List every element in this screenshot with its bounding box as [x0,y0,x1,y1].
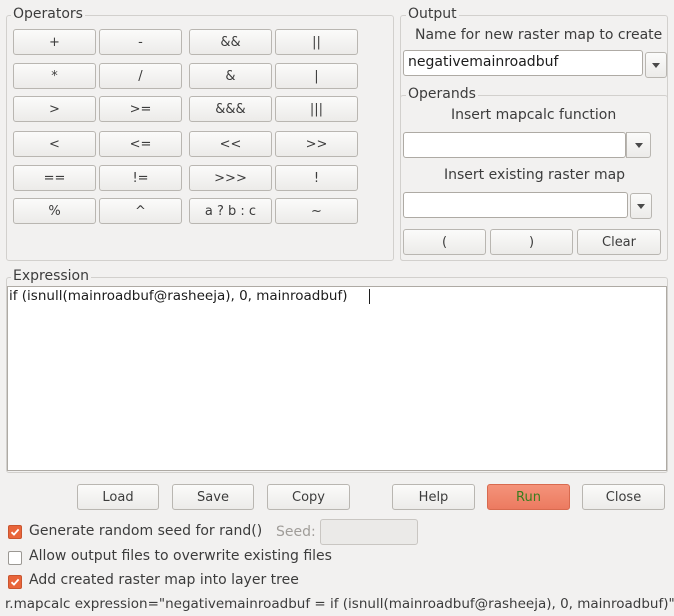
operator-logical-and-3-button[interactable]: &&& [189,96,272,122]
operators-title: Operators [11,6,85,22]
seed-input[interactable] [320,519,418,545]
output-title: Output [406,6,459,22]
chevron-down-icon [652,62,660,68]
function-select[interactable] [403,132,626,158]
operator-not-equals-button[interactable]: != [99,165,182,191]
command-preview: r.mapcalc expression="negativemainroadbu… [5,596,674,612]
operator-logical-or-button[interactable]: || [275,29,358,55]
add-layer-checkbox[interactable] [8,575,22,589]
operator-less-equal-button[interactable]: <= [99,131,182,157]
operator-bitwise-not-button[interactable]: ~ [275,198,358,224]
operator-bitwise-or-button[interactable]: | [275,63,358,89]
operator-bitwise-and-button[interactable]: & [189,63,272,89]
operator-power-button[interactable]: ^ [99,198,182,224]
checkmark-icon [10,578,20,586]
close-paren-button[interactable]: ) [490,229,573,255]
expression-title: Expression [11,268,91,284]
random-seed-checkbox[interactable] [8,525,22,539]
function-dropdown-button[interactable] [626,132,651,158]
run-button[interactable]: Run [487,484,570,510]
seed-label: Seed: [276,524,316,540]
operator-divide-button[interactable]: / [99,63,182,89]
save-button[interactable]: Save [172,484,254,510]
help-button[interactable]: Help [392,484,475,510]
chevron-down-icon [634,142,643,148]
raster-label: Insert existing raster map [444,167,626,183]
copy-button[interactable]: Copy [267,484,350,510]
operator-not-button[interactable]: ! [275,165,358,191]
operator-equals-button[interactable]: == [13,165,96,191]
operator-logical-or-3-button[interactable]: ||| [275,96,358,122]
operator-right-shift-button[interactable]: >> [275,131,358,157]
operator-modulo-button[interactable]: % [13,198,96,224]
operator-minus-button[interactable]: - [99,29,182,55]
open-paren-button[interactable]: ( [403,229,486,255]
chevron-down-icon [637,203,645,209]
overwrite-label[interactable]: Allow output files to overwrite existing… [29,548,332,564]
raster-dropdown-button[interactable] [630,193,652,219]
expression-text: if (isnull(mainroadbuf@rasheeja), 0, mai… [9,288,348,304]
operator-logical-and-button[interactable]: && [189,29,272,55]
operator-left-shift-button[interactable]: << [189,131,272,157]
operands-title: Operands [406,86,478,102]
function-label: Insert mapcalc function [451,107,617,123]
operator-greater-equal-button[interactable]: >= [99,96,182,122]
close-button[interactable]: Close [582,484,665,510]
operator-conditional-button[interactable]: a ? b : c [189,198,272,224]
checkmark-icon [10,528,20,536]
operator-unsigned-right-shift-button[interactable]: >>> [189,165,272,191]
output-name-dropdown-button[interactable] [645,52,667,78]
raster-input[interactable] [403,192,628,218]
operator-plus-button[interactable]: + [13,29,96,55]
text-caret [369,289,370,304]
operator-greater-than-button[interactable]: > [13,96,96,122]
expression-textarea[interactable]: if (isnull(mainroadbuf@rasheeja), 0, mai… [7,286,667,471]
add-layer-label[interactable]: Add created raster map into layer tree [29,572,299,588]
load-button[interactable]: Load [77,484,159,510]
overwrite-checkbox[interactable] [8,551,22,565]
output-name-label: Name for new raster map to create [415,27,663,43]
clear-button[interactable]: Clear [577,229,661,255]
operator-less-than-button[interactable]: < [13,131,96,157]
output-name-input[interactable]: negativemainroadbuf [403,50,643,76]
random-seed-label[interactable]: Generate random seed for rand() [29,523,262,539]
operator-multiply-button[interactable]: * [13,63,96,89]
